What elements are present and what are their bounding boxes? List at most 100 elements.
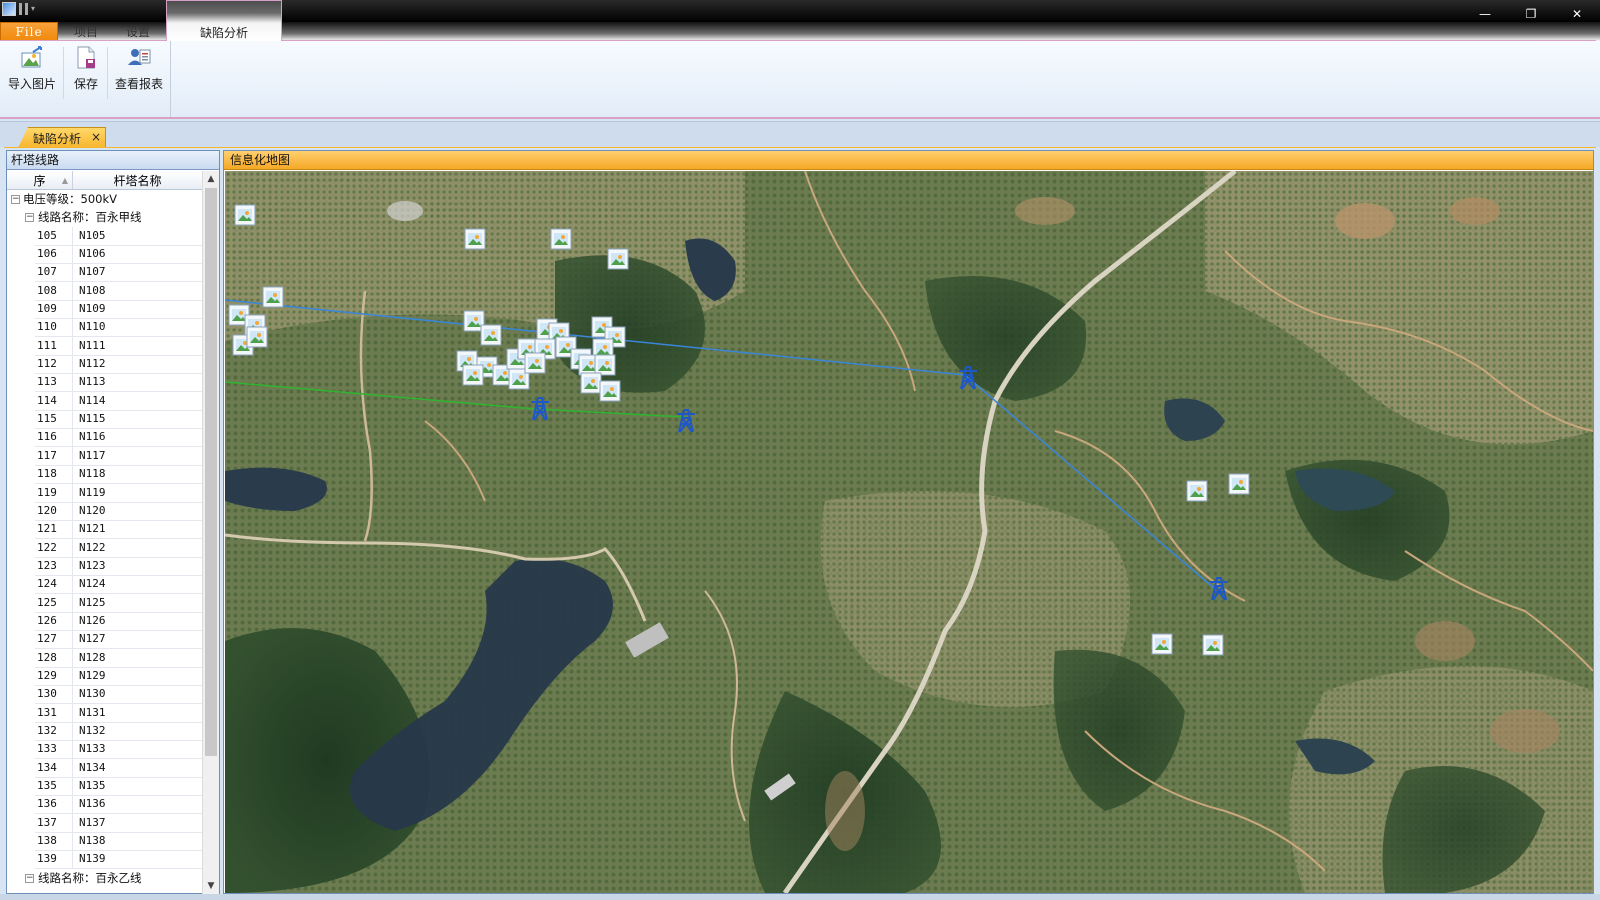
customize-dropdown-icon[interactable]: ▾ xyxy=(31,3,35,15)
tower-row-cells: 138 N138 xyxy=(35,832,203,852)
tab-settings[interactable]: 设置 xyxy=(112,22,164,41)
app-icon[interactable] xyxy=(2,2,16,16)
tower-row-cells: 130 N130 xyxy=(35,685,203,705)
photo-marker-icon[interactable] xyxy=(1228,473,1250,495)
table-row[interactable]: 124 N124 xyxy=(7,575,203,595)
photo-marker-icon[interactable] xyxy=(1202,634,1224,656)
table-row[interactable]: 137 N137 xyxy=(7,813,203,833)
group-row-voltage[interactable]: − 电压等级：500kV xyxy=(7,190,203,208)
cell-tower-name: N116 xyxy=(79,430,106,444)
tab-project[interactable]: 项目 xyxy=(60,22,112,41)
table-row[interactable]: 128 N128 xyxy=(7,648,203,668)
table-row[interactable]: 105 N105 xyxy=(7,226,203,246)
view-report-button[interactable]: 查看报表 xyxy=(110,45,168,101)
table-row[interactable]: 121 N121 xyxy=(7,520,203,540)
scroll-up-icon[interactable]: ▲ xyxy=(203,171,219,187)
table-row[interactable]: 112 N112 xyxy=(7,355,203,375)
table-row[interactable]: 111 N111 xyxy=(7,336,203,356)
table-row[interactable]: 125 N125 xyxy=(7,593,203,613)
photo-marker-icon[interactable] xyxy=(607,248,629,270)
tower-row-cells: 105 N105 xyxy=(35,226,203,246)
table-row[interactable]: 122 N122 xyxy=(7,538,203,558)
table-row[interactable]: 131 N131 xyxy=(7,703,203,723)
document-tab-defect-analysis[interactable]: 缺陷分析 × xyxy=(18,127,106,148)
table-row[interactable]: 134 N134 xyxy=(7,758,203,778)
table-row[interactable]: 108 N108 xyxy=(7,281,203,301)
cell-tower-name: N115 xyxy=(79,412,106,426)
table-row[interactable]: 113 N113 xyxy=(7,373,203,393)
map-canvas[interactable] xyxy=(225,171,1593,893)
quick-access-toolbar: ▾ xyxy=(2,2,35,16)
column-header-tower-name[interactable]: 杆塔名称 xyxy=(73,171,203,189)
scroll-down-icon[interactable]: ▼ xyxy=(203,878,219,894)
cell-seq: 120 xyxy=(35,501,73,520)
group-row-line[interactable]: − 线路名称：百永甲线 xyxy=(7,208,203,226)
cell-tower-name: N125 xyxy=(79,595,106,609)
photo-marker-icon[interactable] xyxy=(234,204,256,226)
table-row[interactable]: 139 N139 xyxy=(7,850,203,870)
tab-file[interactable]: File xyxy=(0,22,58,41)
photo-marker-icon[interactable] xyxy=(246,326,268,348)
table-row[interactable]: 110 N110 xyxy=(7,318,203,338)
satellite-map[interactable] xyxy=(225,171,1593,893)
photo-marker-icon[interactable] xyxy=(480,324,502,346)
table-row[interactable]: 116 N116 xyxy=(7,428,203,448)
photo-marker-icon[interactable] xyxy=(550,228,572,250)
tower-row-cells: 129 N129 xyxy=(35,666,203,686)
cell-tower-name: N121 xyxy=(79,522,106,536)
table-row[interactable]: 106 N106 xyxy=(7,245,203,265)
table-row[interactable]: 114 N114 xyxy=(7,391,203,411)
tab-underline xyxy=(4,147,1596,148)
photo-marker-icon[interactable] xyxy=(1186,480,1208,502)
cell-tower-name: N126 xyxy=(79,613,106,627)
table-row[interactable]: 127 N127 xyxy=(7,630,203,650)
save-label: 保存 xyxy=(73,77,98,91)
collapse-icon[interactable]: − xyxy=(25,213,34,223)
table-row[interactable]: 132 N132 xyxy=(7,721,203,741)
table-row[interactable]: 138 N138 xyxy=(7,832,203,852)
photo-marker-icon[interactable] xyxy=(524,352,546,374)
tower-row-cells: 118 N118 xyxy=(35,465,203,485)
table-row[interactable]: 120 N120 xyxy=(7,501,203,521)
cell-seq: 138 xyxy=(35,832,73,851)
photo-marker-icon[interactable] xyxy=(464,228,486,250)
photo-marker-icon[interactable] xyxy=(594,354,616,376)
close-tab-icon[interactable]: × xyxy=(91,130,101,144)
table-row[interactable]: 129 N129 xyxy=(7,666,203,686)
table-row[interactable]: 107 N107 xyxy=(7,263,203,283)
photo-marker-icon[interactable] xyxy=(580,372,602,394)
table-row[interactable]: 136 N136 xyxy=(7,795,203,815)
tower-row-cells: 133 N133 xyxy=(35,740,203,760)
tower-row-cells: 121 N121 xyxy=(35,520,203,540)
table-row[interactable]: 119 N119 xyxy=(7,483,203,503)
column-header-seq[interactable]: 序 ▲ xyxy=(7,171,73,189)
photo-marker-icon[interactable] xyxy=(262,286,284,308)
scroll-thumb[interactable] xyxy=(205,188,217,756)
table-row[interactable]: 115 N115 xyxy=(7,410,203,430)
table-row[interactable]: 126 N126 xyxy=(7,611,203,631)
tab-defect-analysis[interactable]: 缺陷分析 xyxy=(166,0,282,41)
collapse-icon[interactable]: − xyxy=(11,195,20,204)
collapse-icon[interactable]: − xyxy=(25,873,34,883)
table-row[interactable]: 130 N130 xyxy=(7,685,203,705)
cell-seq: 139 xyxy=(35,850,73,869)
photo-marker-icon[interactable] xyxy=(599,380,621,402)
photo-marker-icon[interactable] xyxy=(1151,633,1173,655)
cell-tower-name: N127 xyxy=(79,632,106,646)
table-row[interactable]: 133 N133 xyxy=(7,740,203,760)
group-row-line[interactable]: − 线路名称：百永乙线 xyxy=(7,869,203,887)
cell-seq: 118 xyxy=(35,465,73,484)
table-row[interactable]: 109 N109 xyxy=(7,300,203,320)
tower-row-cells: 139 N139 xyxy=(35,850,203,870)
vertical-scrollbar[interactable]: ▲ ▼ xyxy=(202,171,219,894)
table-row[interactable]: 123 N123 xyxy=(7,556,203,576)
save-button[interactable]: 保存 xyxy=(66,45,106,101)
cell-tower-name: N128 xyxy=(79,650,106,664)
table-row[interactable]: 118 N118 xyxy=(7,465,203,485)
import-image-button[interactable]: 导入图片 xyxy=(4,45,60,101)
cell-tower-name: N134 xyxy=(79,760,106,774)
grid-header: 序 ▲ 杆塔名称 xyxy=(7,171,203,190)
table-row[interactable]: 117 N117 xyxy=(7,446,203,466)
table-row[interactable]: 135 N135 xyxy=(7,777,203,796)
photo-marker-icon[interactable] xyxy=(462,364,484,386)
